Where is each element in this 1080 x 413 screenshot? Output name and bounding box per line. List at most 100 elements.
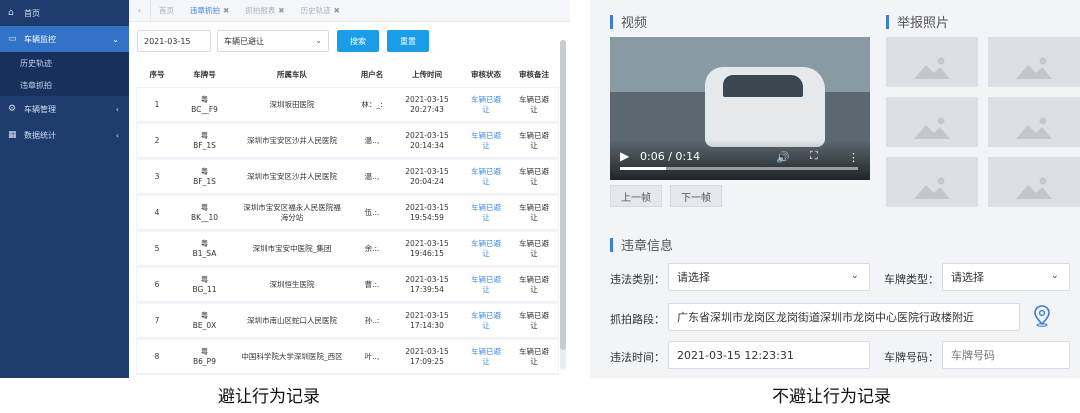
more-icon[interactable]: ⋮ [848,151,859,164]
table-row[interactable]: 5 粤 B1_SA 深圳市宝安中医院_集团 余.:. 2021-03-15 19:46:15… [137,232,558,266]
close-icon[interactable]: ✖ [334,6,340,15]
cell-no: 1 [154,99,160,109]
status-select-value: 车辆已避让 [224,36,264,46]
table-row[interactable]: 1 粤 BC__F9 深圳坂田医院 林：_: 2021-03-15 20:27:43 车辆已避… [137,88,558,122]
cell-plate: 粤 BF_1S [193,166,216,186]
plate-type-select[interactable]: 请选择 ⌄ [942,263,1070,291]
chevron-down-icon: ⌄ [112,34,119,44]
date-input[interactable]: 2021-03-15 [137,30,211,52]
close-icon[interactable]: ✖ [223,6,229,15]
report-photo[interactable] [886,37,978,87]
cell-remark: 车辆已避让 [519,94,549,114]
photos-section-title: 举报照片 [886,12,949,31]
volume-icon[interactable]: 🔊 [776,151,790,164]
chevron-down-icon: ⌄ [850,270,859,281]
table-row[interactable]: 7 粤 BE_0X 深圳市南山区蛇口人民医院 孙..: 2021-03-15 17:14:3… [137,304,558,338]
cell-user: 伍.:. [364,207,380,217]
violation-type-select[interactable]: 请选择 ⌄ [668,263,870,291]
road-input[interactable]: 广东省深圳市龙岗区龙岗街道深圳市龙岗中心医院行政楼附近 [668,303,1020,331]
search-button[interactable]: 搜索 [337,30,379,52]
car-image [705,67,825,147]
cell-plate: 粤 BE_0X [192,310,217,330]
cell-status[interactable]: 车辆已避让 [462,275,510,295]
sidebar-item-violation-capture[interactable]: 违章抓拍 [0,74,129,96]
cell-remark: 车辆已避让 [519,310,549,330]
cell-no: 7 [154,315,160,325]
cell-status[interactable]: 车辆已避让 [462,95,510,115]
cell-time: 2021-03-15 20:27:43 [405,94,449,114]
cell-plate: 粤 B1_SA [192,238,217,258]
cell-user: 林：_: [361,99,383,109]
sidebar-item-label: 首页 [24,8,40,18]
sidebar-item-home[interactable]: ⌂ 首页 [0,0,129,26]
info-section-title: 违章信息 [610,235,673,254]
cell-fleet: 深圳市宝安中医院_集团 [252,243,332,253]
chart-icon: ▦ [8,130,17,140]
cell-status[interactable]: 车辆已避让 [462,311,510,331]
col-header-time: 上传时间 [412,69,442,79]
plate-type-label: 车牌类型： [884,273,939,286]
table-row[interactable]: 2 粤 BF_1S 深圳市宝安区沙井人民医院 温.., 2021-03-15 20:14:3… [137,124,558,158]
cell-user: 曹.:. [364,279,380,289]
cell-remark: 车辆已避让 [519,166,549,186]
sidebar-item-history-track[interactable]: 历史轨迹 [0,52,129,74]
col-header-status: 审核状态 [471,69,501,79]
video-player[interactable]: ▶ 0:06 / 0:14 🔊 ⛶ ⋮ [610,37,870,180]
cell-status[interactable]: 车辆已避让 [462,167,510,187]
tab-capture-report[interactable]: 抓拍报表 ✖ [237,5,292,16]
table-row[interactable]: 3 粤 BF_1S 深圳市宝安区沙井人民医院 温.., 2021-03-15 20:04:2… [137,160,558,194]
scrollbar-thumb[interactable] [560,40,566,350]
home-icon: ⌂ [8,8,14,18]
cell-no: 2 [154,135,160,145]
image-placeholder-icon [1016,177,1052,199]
status-select[interactable]: 车辆已避让 ⌄ [217,30,329,52]
report-photo[interactable] [988,157,1080,207]
plate-no-input[interactable]: 车牌号码 [942,341,1070,369]
reset-button[interactable]: 重置 [387,30,429,52]
cell-user: 叶.., [364,351,380,361]
cell-fleet: 深圳市宝安区沙井人民医院 [247,171,337,181]
violation-time-input[interactable]: 2021-03-15 12:23:31 [668,341,870,369]
title-bar [610,237,613,252]
cell-plate: 粤 B6_P9 [193,346,216,366]
image-placeholder-icon [914,177,950,199]
back-icon[interactable]: ‹ [129,0,151,22]
sidebar-item-vehicle-manage[interactable]: ⚙ 车辆管理 ‹ [0,96,129,122]
cell-remark: 车辆已避让 [519,202,549,222]
cell-status[interactable]: 车辆已避让 [462,131,510,151]
close-icon[interactable]: ✖ [278,6,284,15]
report-photo[interactable] [988,37,1080,87]
cell-plate: 粤 BG_11 [192,274,217,294]
tab-violation-capture[interactable]: 违章抓拍 ✖ [182,5,237,16]
tab-history-track[interactable]: 历史轨迹 ✖ [293,5,348,16]
cell-time: 2021-03-15 17:09:25 [405,346,449,366]
report-photo[interactable] [886,157,978,207]
location-pin-icon[interactable] [1033,305,1051,331]
prev-frame-button[interactable]: 上一帧 [610,185,662,207]
sidebar-item-statistics[interactable]: ▦ 数据统计 ‹ [0,122,129,148]
play-icon[interactable]: ▶ [620,149,629,163]
table-scrollbar[interactable] [560,40,566,370]
table-row[interactable]: 8 粤 B6_P9 中国科学院大学深圳医院_西区 叶.., 2021-03-15 17:09… [137,340,558,374]
col-header-plate: 车牌号 [193,69,216,79]
table-row[interactable]: 4 粤 BK__10 深圳市宝安区福永人民医院福 海分站 伍.:. 2021-03-15 19… [137,196,558,230]
report-photo[interactable] [988,97,1080,147]
cell-user: 孙..: [364,315,380,325]
title-bar [886,14,889,29]
image-placeholder-icon [914,117,950,139]
caption-left: 避让行为记录 [218,387,320,407]
chevron-left-icon: ‹ [115,130,119,140]
sidebar-item-label: 数据统计 [24,130,56,140]
chevron-down-icon: ⌄ [1050,270,1059,281]
cell-status[interactable]: 车辆已避让 [462,347,510,367]
cell-status[interactable]: 车辆已避让 [462,203,510,223]
tab-home[interactable]: 首页 [151,5,182,16]
cell-status[interactable]: 车辆已避让 [462,239,510,259]
report-photo[interactable] [886,97,978,147]
left-screenshot: ⌂ 首页 ▭ 车辆监控 ⌄ 历史轨迹 违章抓拍 ⚙ 车辆管理 ‹ ▦ 数据统计 ‹ ‹ 首页 … [0,0,570,378]
cell-fleet: 深圳市南山区蛇口人民医院 [247,315,337,325]
table-row[interactable]: 6 粤 BG_11 深圳恒生医院 曹.:. 2021-03-15 17:39:54 车辆已避让… [137,268,558,302]
next-frame-button[interactable]: 下一帧 [670,185,722,207]
sidebar-item-vehicle-monitor[interactable]: ▭ 车辆监控 ⌄ [0,26,129,52]
fullscreen-icon[interactable]: ⛶ [810,149,818,163]
